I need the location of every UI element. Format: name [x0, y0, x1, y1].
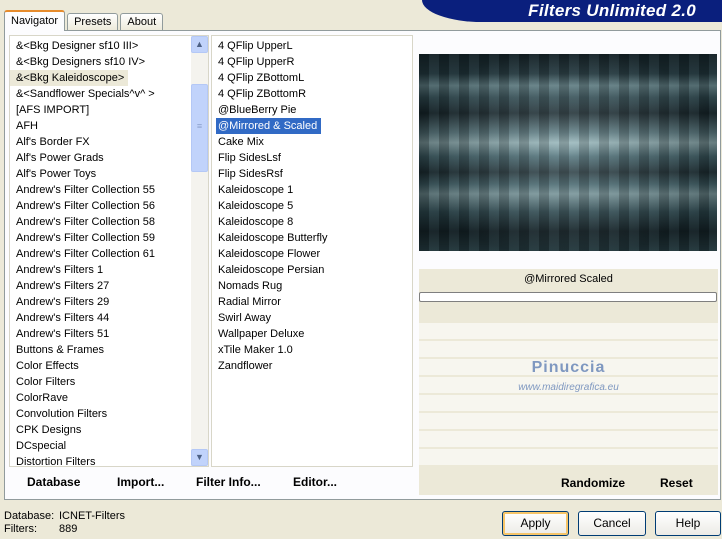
- filter-item[interactable]: Kaleidoscope 5: [212, 198, 412, 214]
- filter-item[interactable]: Wallpaper Deluxe: [212, 326, 412, 342]
- help-button[interactable]: Help: [655, 511, 721, 536]
- category-item[interactable]: [AFS IMPORT]: [10, 102, 208, 118]
- category-item[interactable]: DCspecial: [10, 438, 208, 454]
- parameter-rows: [419, 323, 718, 467]
- filter-item[interactable]: 4 QFlip UpperR: [212, 54, 412, 70]
- reset-button[interactable]: Reset: [660, 476, 693, 490]
- up-arrow-icon: ▲: [195, 39, 204, 49]
- category-item[interactable]: Andrew's Filters 1: [10, 262, 208, 278]
- filters-count-label: Filters:: [4, 523, 37, 535]
- status-info: Database: ICNET-Filters Filters: 889: [4, 510, 125, 536]
- tab-about[interactable]: About: [120, 13, 164, 31]
- tab-presets[interactable]: Presets: [67, 13, 119, 31]
- randomize-button[interactable]: Randomize: [561, 476, 625, 490]
- category-item[interactable]: Andrew's Filter Collection 55: [10, 182, 208, 198]
- category-scrollbar[interactable]: ▲ ≡ ▼: [191, 36, 208, 466]
- import-button[interactable]: Import...: [117, 475, 164, 489]
- filter-item[interactable]: Radial Mirror: [212, 294, 412, 310]
- category-item[interactable]: Andrew's Filters 51: [10, 326, 208, 342]
- filters-count-value: 889: [59, 523, 78, 535]
- filter-item[interactable]: Flip SidesRsf: [212, 166, 412, 182]
- filter-item[interactable]: Kaleidoscope Persian: [212, 262, 412, 278]
- category-item[interactable]: Andrew's Filters 27: [10, 278, 208, 294]
- filter-item[interactable]: xTile Maker 1.0: [212, 342, 412, 358]
- category-item[interactable]: &<Bkg Kaleidoscope>: [10, 70, 129, 86]
- category-item[interactable]: Color Filters: [10, 374, 208, 390]
- filter-item[interactable]: Swirl Away: [212, 310, 412, 326]
- watermark-url: www.maidiregrafica.eu: [518, 382, 619, 393]
- filter-item[interactable]: Zandflower: [212, 358, 412, 374]
- filter-item[interactable]: Flip SidesLsf: [212, 150, 412, 166]
- database-value: ICNET-Filters: [59, 510, 125, 522]
- preview-image: [419, 54, 717, 251]
- category-item[interactable]: Andrew's Filters 29: [10, 294, 208, 310]
- category-item[interactable]: Alf's Border FX: [10, 134, 208, 150]
- category-item[interactable]: ColorRave: [10, 390, 208, 406]
- filter-item[interactable]: Kaleidoscope Flower: [212, 246, 412, 262]
- parameter-row: [419, 341, 718, 357]
- scroll-thumb[interactable]: ≡: [191, 84, 208, 172]
- filter-item[interactable]: 4 QFlip UpperL: [212, 38, 412, 54]
- parameter-row: [419, 323, 718, 339]
- cancel-button[interactable]: Cancel: [578, 511, 646, 536]
- category-item[interactable]: Buttons & Frames: [10, 342, 208, 358]
- category-item[interactable]: &<Bkg Designers sf10 IV>: [10, 54, 208, 70]
- filter-item[interactable]: Nomads Rug: [212, 278, 412, 294]
- filter-rows: 4 QFlip UpperL 4 QFlip UpperR 4 QFlip ZBot…: [212, 36, 412, 374]
- filter-item[interactable]: @Mirrored & Scaled: [214, 117, 323, 135]
- app-title: Filters Unlimited 2.0: [422, 0, 722, 22]
- filter-info-button[interactable]: Filter Info...: [196, 475, 261, 489]
- grip-icon: ≡: [196, 121, 203, 131]
- parameter-slider[interactable]: [419, 292, 717, 302]
- category-item[interactable]: &<Bkg Designer sf10 III>: [10, 38, 208, 54]
- category-item[interactable]: Alf's Power Toys: [10, 166, 208, 182]
- apply-button[interactable]: Apply: [502, 511, 569, 536]
- filter-item[interactable]: Cake Mix: [212, 134, 412, 150]
- category-item[interactable]: &<Sandflower Specials^v^ >: [10, 86, 208, 102]
- category-item[interactable]: Distortion Filters: [10, 454, 208, 466]
- tab-bar: Navigator Presets About: [4, 10, 165, 31]
- current-filter-name: @Mirrored Scaled: [524, 273, 613, 285]
- editor-button[interactable]: Editor...: [293, 475, 337, 489]
- filter-item[interactable]: Kaleidoscope Butterfly: [212, 230, 412, 246]
- database-label: Database:: [4, 510, 55, 522]
- filter-item[interactable]: 4 QFlip ZBottomR: [212, 86, 412, 102]
- controls-bottom-bar: Randomize Reset: [419, 471, 718, 495]
- database-button[interactable]: Database: [27, 475, 80, 489]
- parameter-row: [419, 431, 718, 447]
- category-rows: &<Bkg Designer sf10 III> &<Bkg Designers …: [10, 36, 208, 466]
- watermark-name: Pinuccia: [531, 359, 606, 376]
- filter-item[interactable]: @BlueBerry Pie: [212, 102, 412, 118]
- filter-item[interactable]: Kaleidoscope 1: [212, 182, 412, 198]
- category-item[interactable]: Convolution Filters: [10, 406, 208, 422]
- navigator-bottom-bar: Database Import... Filter Info... Editor…: [9, 469, 413, 495]
- preview-art: [419, 54, 717, 251]
- category-item[interactable]: AFH: [10, 118, 208, 134]
- category-item[interactable]: Andrew's Filters 44: [10, 310, 208, 326]
- tab-navigator[interactable]: Navigator: [4, 10, 66, 31]
- parameter-row: [419, 395, 718, 411]
- category-item[interactable]: Andrew's Filter Collection 61: [10, 246, 208, 262]
- category-list[interactable]: &<Bkg Designer sf10 III> &<Bkg Designers …: [9, 35, 209, 467]
- parameter-row: [419, 449, 718, 465]
- filter-item[interactable]: Kaleidoscope 8: [212, 214, 412, 230]
- filter-list[interactable]: 4 QFlip UpperL 4 QFlip UpperR 4 QFlip ZBot…: [211, 35, 413, 467]
- category-item[interactable]: Andrew's Filter Collection 56: [10, 198, 208, 214]
- down-arrow-icon: ▼: [195, 452, 204, 462]
- category-item[interactable]: Alf's Power Grads: [10, 150, 208, 166]
- category-item[interactable]: Andrew's Filter Collection 58: [10, 214, 208, 230]
- category-item[interactable]: Andrew's Filter Collection 59: [10, 230, 208, 246]
- filter-controls-panel: @Mirrored Scaled Pinuccia www.maidiregra…: [419, 269, 718, 495]
- navigator-panel: &<Bkg Designer sf10 III> &<Bkg Designers …: [4, 30, 721, 500]
- scroll-up-button[interactable]: ▲: [191, 36, 208, 53]
- scroll-down-button[interactable]: ▼: [191, 449, 208, 466]
- filter-item[interactable]: 4 QFlip ZBottomL: [212, 70, 412, 86]
- parameter-row: [419, 413, 718, 429]
- category-item[interactable]: Color Effects: [10, 358, 208, 374]
- category-item[interactable]: CPK Designs: [10, 422, 208, 438]
